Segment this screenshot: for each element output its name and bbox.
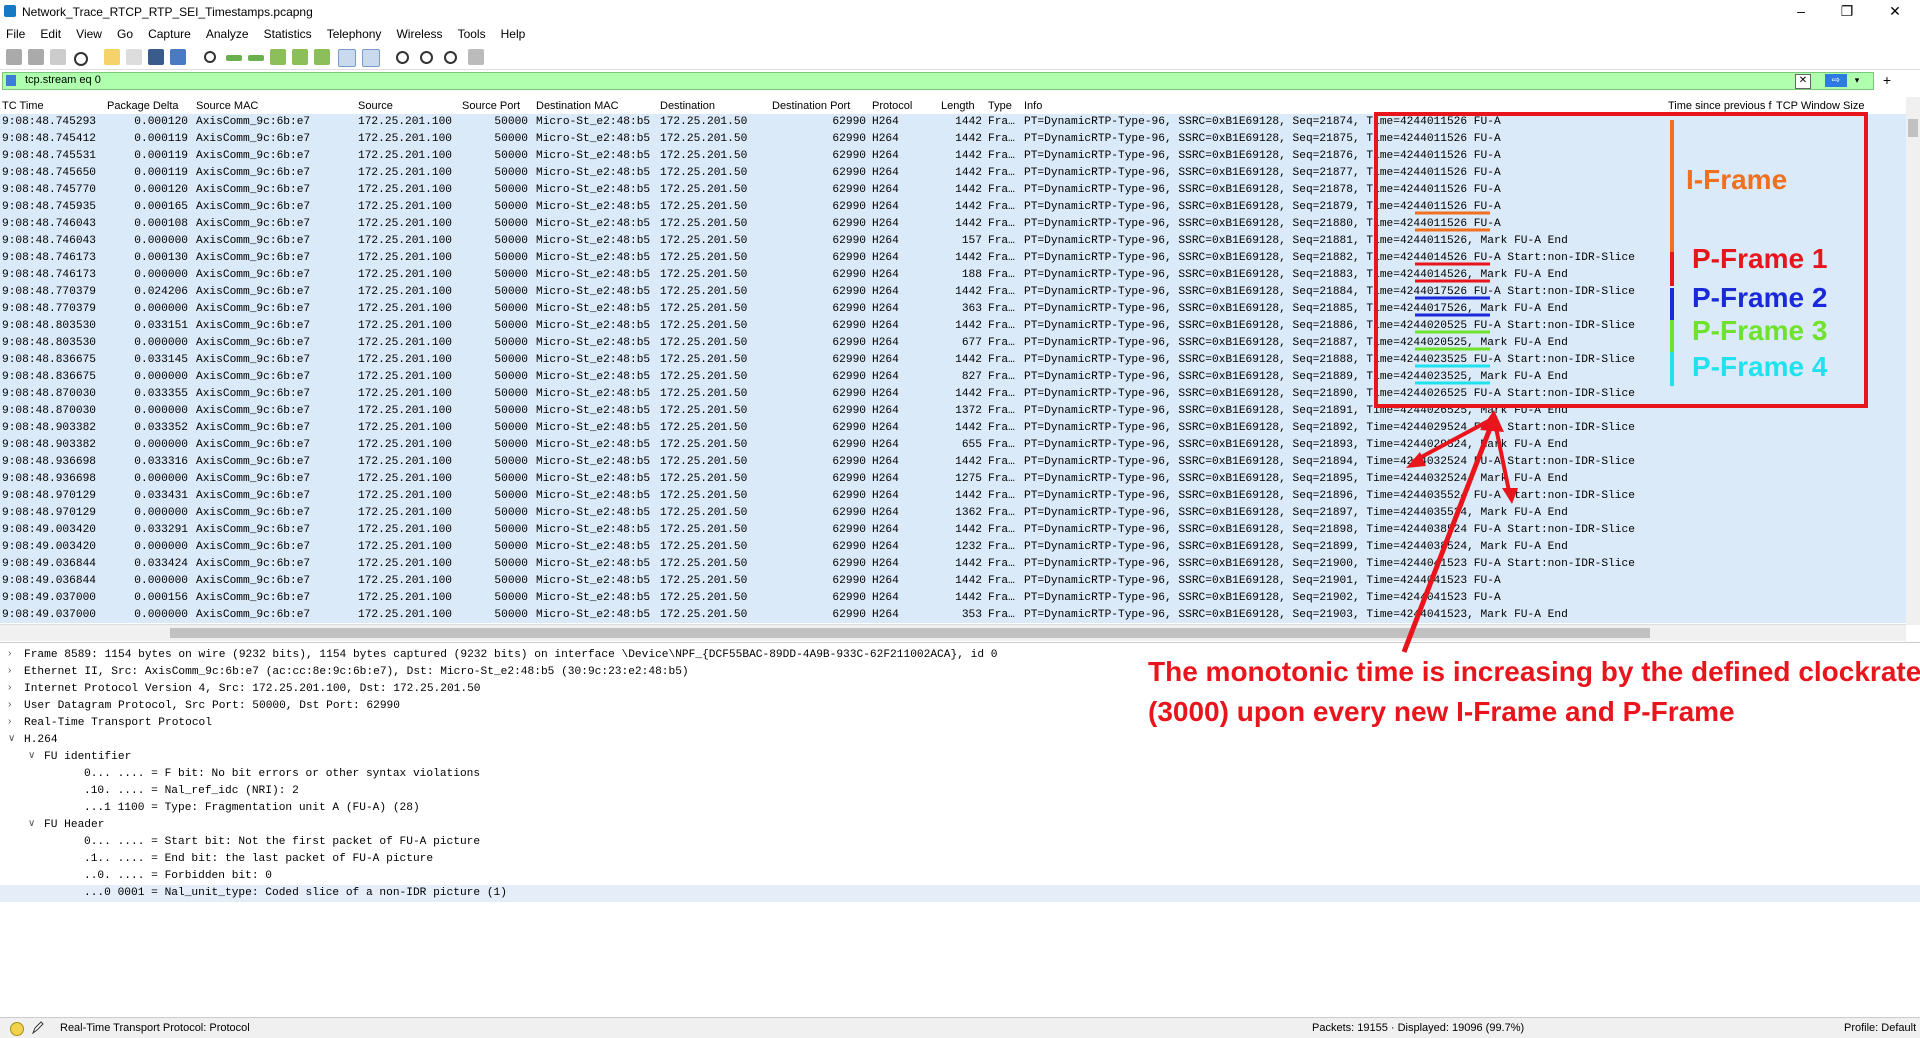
label-pframe4: P-Frame 4 [1692,351,1828,382]
arrow-head [1502,488,1518,504]
label-pframe1: P-Frame 1 [1692,243,1828,274]
label-pframe3: P-Frame 3 [1692,315,1828,346]
annotation-note-line2: (3000) upon every new I-Frame and P-Fram… [1148,696,1735,727]
annotation-overlay [1374,112,1868,653]
label-pframe2: P-Frame 2 [1692,282,1828,313]
arrow-shaft [1401,417,1497,653]
label-iframe: I-Frame [1686,164,1788,195]
annotation-note-line1: The monotonic time is increasing by the … [1148,656,1920,687]
